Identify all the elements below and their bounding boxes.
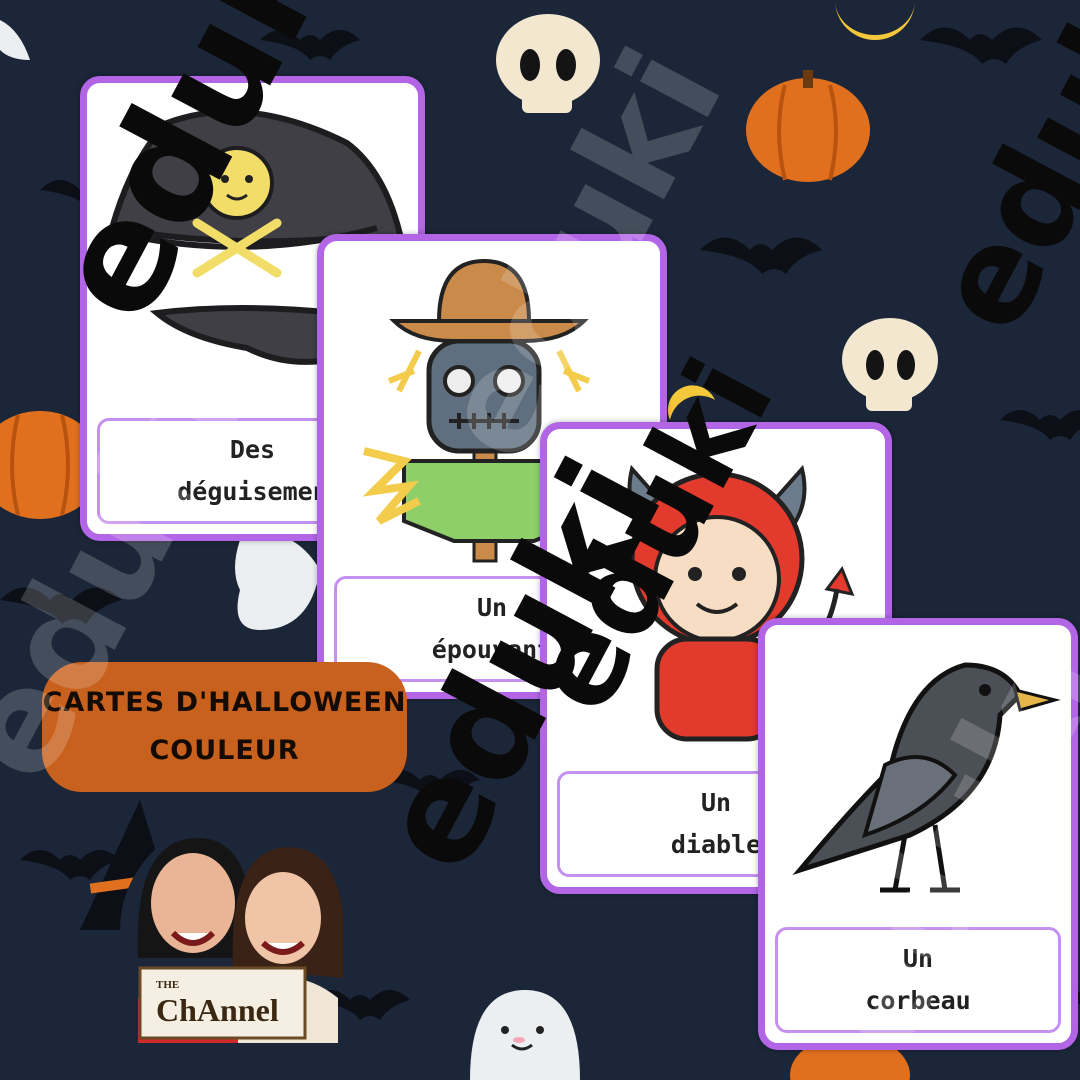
title-line1: CARTES D'HALLOWEEN bbox=[42, 687, 407, 718]
halloween-cards-preview: Des déguisemen Un épouvant Un diable Un … bbox=[0, 0, 1080, 1080]
card-label: Un corbeau bbox=[775, 927, 1061, 1033]
card-label-line1: Un bbox=[476, 593, 508, 622]
card-label-line2: corbeau bbox=[865, 986, 971, 1015]
product-title-badge: CARTES D'HALLOWEEN COULEUR bbox=[42, 662, 407, 792]
card-label-line2: diable bbox=[670, 830, 762, 859]
title-line2: COULEUR bbox=[149, 735, 300, 766]
card-label-line2: épouvant bbox=[431, 635, 553, 664]
channel-logo: THE ChAnnel bbox=[120, 820, 343, 1043]
logo-small-text: THE bbox=[156, 979, 179, 991]
card-label-line1: Un bbox=[700, 788, 732, 817]
crow-icon bbox=[792, 662, 1061, 893]
logo-brand-text: ChAnnel bbox=[156, 992, 279, 1028]
card-label-line2: déguisemen bbox=[177, 477, 328, 506]
card-label-line1: Des bbox=[229, 435, 276, 464]
card-label-line1: Un bbox=[902, 944, 934, 973]
card-crow: Un corbeau bbox=[758, 618, 1078, 1050]
